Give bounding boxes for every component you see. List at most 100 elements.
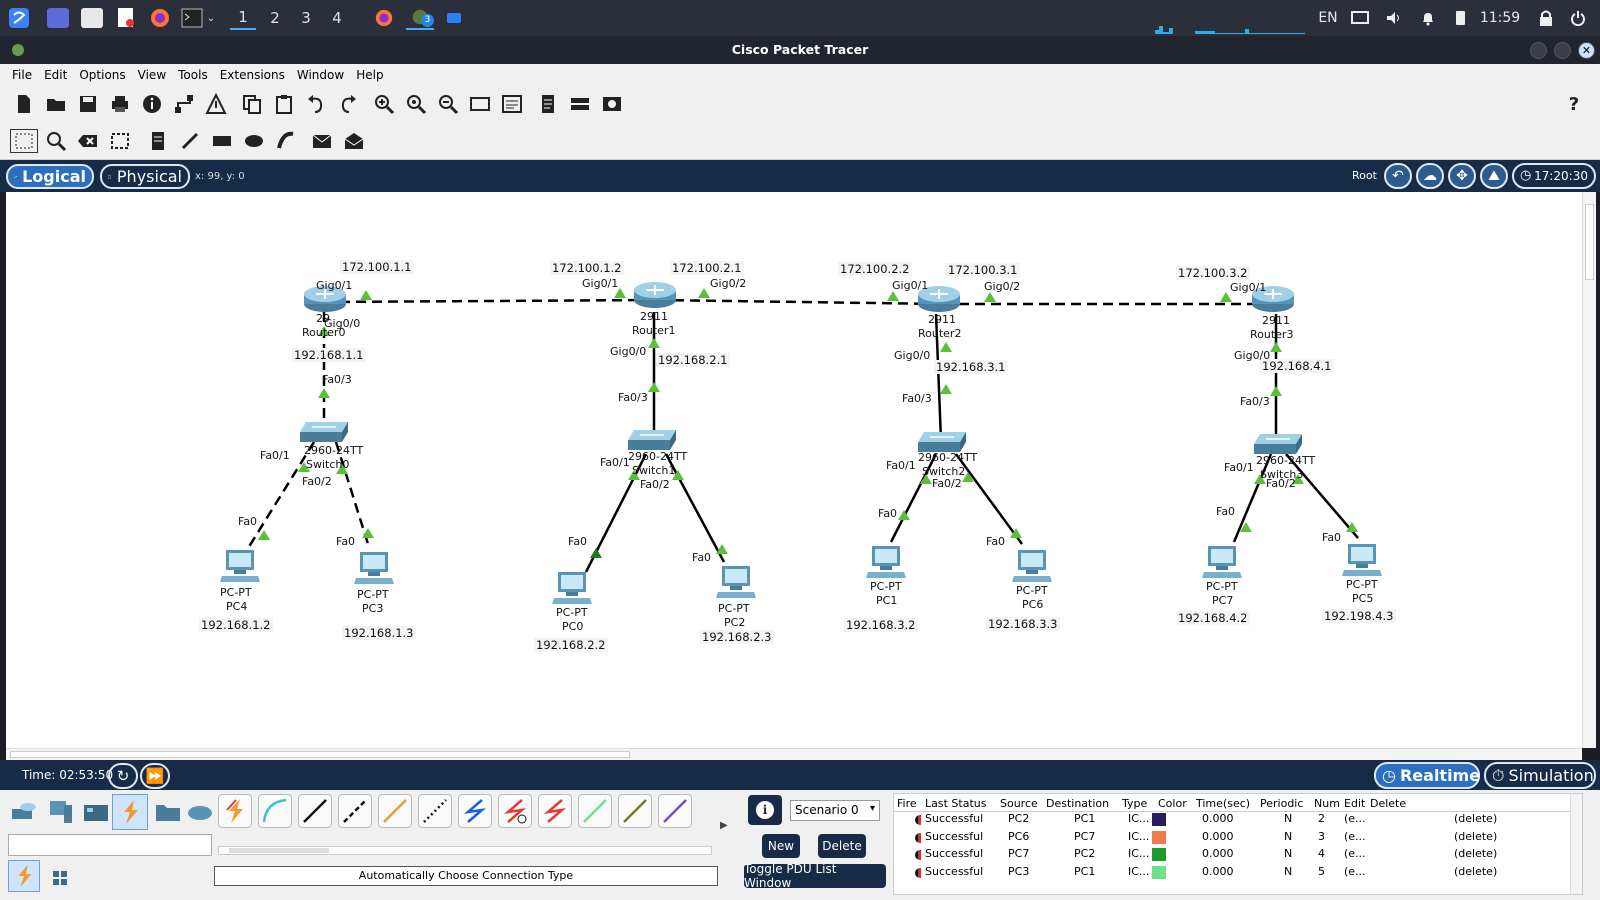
pc4-icon[interactable] — [220, 548, 262, 584]
router1-icon[interactable] — [632, 280, 678, 310]
draw-ellipse-icon[interactable] — [242, 129, 266, 153]
maximize-button[interactable] — [1554, 42, 1571, 59]
scenario-select[interactable]: Scenario 0 ▾ — [790, 800, 880, 821]
file-manager-icon[interactable] — [80, 6, 104, 30]
help-icon[interactable]: ? — [1562, 92, 1586, 116]
zoom-in-icon[interactable] — [372, 92, 396, 116]
menu-window[interactable]: Window — [297, 68, 344, 82]
pc1-icon[interactable] — [866, 544, 908, 580]
info-button[interactable]: i — [748, 795, 782, 825]
workspace-2[interactable]: 2 — [262, 6, 288, 30]
iot-custom-cable-icon[interactable] — [618, 794, 652, 828]
desktop-icon[interactable] — [46, 6, 70, 30]
screenshot-icon[interactable] — [600, 92, 624, 116]
print-icon[interactable] — [108, 92, 132, 116]
freeform-icon[interactable] — [274, 129, 298, 153]
keyboard-layout[interactable]: EN — [1316, 6, 1340, 30]
miscellaneous-icon[interactable] — [152, 796, 184, 828]
multiuser-icon[interactable] — [184, 796, 216, 828]
fire-indicator-icon[interactable] — [915, 867, 921, 878]
system-clock[interactable]: 11:59 — [1476, 6, 1524, 30]
volume-icon[interactable] — [1384, 6, 1404, 30]
pc0-icon[interactable] — [552, 570, 594, 606]
background-image-icon[interactable]: ⛰ — [1480, 163, 1508, 189]
copy-icon[interactable] — [240, 92, 264, 116]
tab-physical[interactable]: Physical — [100, 164, 190, 189]
power-cycle-icon[interactable]: ↻ — [108, 763, 138, 789]
pdu-table-scrollbar[interactable] — [1570, 794, 1582, 894]
info-icon[interactable] — [140, 92, 164, 116]
chevron-down-icon[interactable]: ⌄ — [204, 6, 218, 30]
console-cable-icon[interactable] — [258, 794, 292, 828]
link-switch2-pc6[interactable] — [954, 453, 1024, 545]
save-icon[interactable] — [76, 92, 100, 116]
close-button[interactable]: ✕ — [1578, 42, 1595, 59]
fire-indicator-icon[interactable] — [915, 815, 921, 825]
power-icon[interactable] — [1568, 6, 1588, 30]
place-note-icon[interactable] — [146, 129, 170, 153]
coaxial-icon[interactable] — [458, 794, 492, 828]
phone-cable-icon[interactable] — [418, 794, 452, 828]
realtime-mode-button[interactable]: ◷ Realtime — [1374, 762, 1480, 789]
fire-indicator-icon[interactable] — [915, 832, 921, 843]
copper-cross-over-icon[interactable] — [338, 794, 372, 828]
network-device-icon[interactable] — [568, 92, 592, 116]
connection-scroll-thumb[interactable] — [229, 848, 329, 853]
toggle-pdu-list-button[interactable]: Toggle PDU List Window — [744, 862, 886, 890]
inspect-icon[interactable] — [44, 129, 68, 153]
zoom-reset-icon[interactable] — [404, 92, 428, 116]
vertical-scroll-thumb[interactable] — [1585, 204, 1594, 280]
serial-dte-icon[interactable] — [538, 794, 572, 828]
network-devices-icon[interactable] — [8, 796, 40, 828]
pdu-edit[interactable]: (e... — [1344, 830, 1366, 843]
paste-icon[interactable] — [272, 92, 296, 116]
menu-help[interactable]: Help — [356, 68, 383, 82]
notification-bell-icon[interactable] — [1418, 6, 1438, 30]
new-scenario-button[interactable]: New — [762, 834, 800, 858]
screen-icon[interactable] — [1350, 6, 1370, 30]
packet-tracer-window-icon[interactable]: 3 — [406, 6, 434, 30]
minimize-button[interactable] — [1530, 42, 1547, 59]
text-editor-icon[interactable] — [114, 6, 138, 30]
device-search-field[interactable] — [8, 834, 212, 856]
add-simple-pdu-icon[interactable] — [310, 129, 334, 153]
cloud-icon[interactable]: ☁ — [1416, 163, 1444, 189]
workspace-4[interactable]: 4 — [324, 6, 350, 30]
move-viewport-icon[interactable]: ✥ — [1448, 163, 1476, 189]
redo-icon[interactable] — [336, 92, 360, 116]
notes-icon[interactable] — [536, 92, 560, 116]
terminal-icon[interactable] — [180, 6, 204, 30]
table-row[interactable]: Successful PC3 PC1 IC... 0.000 N 5 (e... (delete… — [894, 864, 1570, 881]
copper-straight-through-icon[interactable] — [298, 794, 332, 828]
switch0-icon[interactable] — [298, 418, 350, 446]
menu-options[interactable]: Options — [79, 68, 125, 82]
link-router0-router1[interactable] — [323, 298, 659, 304]
grid-icon[interactable] — [44, 862, 76, 894]
menu-extensions[interactable]: Extensions — [220, 68, 285, 82]
automatic-connection-icon[interactable] — [218, 794, 252, 828]
custom-device-dialog-icon[interactable] — [500, 92, 524, 116]
link-router1-router2[interactable] — [657, 298, 944, 306]
connections-subcategory-icon[interactable] — [8, 860, 40, 892]
menu-tools[interactable]: Tools — [178, 68, 208, 82]
usb-cable-icon[interactable] — [658, 794, 692, 828]
tab-logical[interactable]: Logical — [6, 164, 94, 189]
resize-shape-icon[interactable] — [108, 129, 132, 153]
serial-dce-icon[interactable] — [498, 794, 532, 828]
fire-indicator-icon[interactable] — [915, 850, 921, 860]
fiber-icon[interactable] — [378, 794, 412, 828]
back-icon[interactable]: ↶ — [1384, 163, 1412, 189]
pdu-delete[interactable]: (delete) — [1454, 865, 1497, 878]
pc6-icon[interactable] — [1012, 548, 1054, 584]
pdu-edit[interactable]: (e... — [1344, 865, 1366, 878]
delete-scenario-button[interactable]: Delete — [818, 834, 866, 858]
table-row[interactable]: Successful PC2 PC1 IC... 0.000 N 2 (e... (delete… — [894, 811, 1570, 828]
workspace-vertical-scrollbar[interactable] — [1582, 192, 1596, 748]
blue-app-icon[interactable] — [444, 6, 464, 30]
open-folder-icon[interactable] — [44, 92, 68, 116]
draw-rectangle-icon[interactable] — [210, 129, 234, 153]
network-info-icon[interactable] — [172, 92, 196, 116]
workspace-horizontal-scrollbar[interactable] — [6, 748, 1582, 760]
logical-workspace[interactable]: 29 Router0 2911 Router1 2911 Router2 291… — [6, 192, 1582, 748]
workspace-3[interactable]: 3 — [293, 6, 319, 30]
